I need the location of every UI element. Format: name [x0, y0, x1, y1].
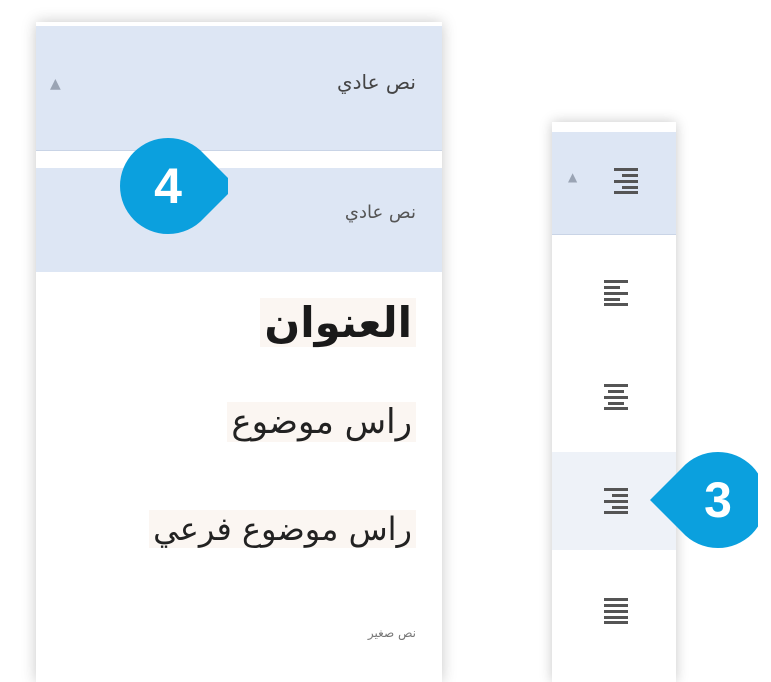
style-dropdown-header[interactable]: نص عادي ▲	[36, 26, 442, 151]
alignment-dropdown[interactable]: ▲	[552, 122, 676, 682]
callout-number: 3	[704, 472, 732, 528]
caret-up-icon[interactable]: ▲	[568, 170, 577, 184]
alignment-dropdown-header[interactable]: ▲	[552, 132, 676, 235]
style-option-small-text[interactable]: نص صغير	[36, 620, 442, 670]
callout-number: 4	[154, 158, 182, 214]
style-option-title[interactable]: العنوان	[36, 294, 442, 364]
align-option-center[interactable]	[552, 350, 676, 448]
align-right-icon	[614, 168, 638, 194]
style-option-label: نص عادي	[344, 202, 416, 223]
callout-step-3-label-wrap: 3	[668, 450, 771, 550]
style-option-subheading[interactable]: راس موضوع فرعي	[36, 500, 442, 570]
style-option-label: راس موضوع	[227, 402, 416, 442]
caret-up-icon[interactable]: ▲	[50, 76, 61, 92]
style-option-heading[interactable]: راس موضوع	[36, 396, 442, 466]
style-option-label: راس موضوع فرعي	[149, 510, 416, 548]
align-option-justify[interactable]	[552, 562, 676, 660]
style-option-normal-text[interactable]: نص عادي	[36, 168, 442, 272]
align-left-icon	[604, 280, 628, 306]
selected-style-value: نص عادي	[336, 70, 416, 94]
align-right-icon	[604, 488, 628, 514]
align-option-left[interactable]	[552, 246, 676, 344]
align-justify-icon	[604, 598, 628, 624]
paragraph-style-dropdown[interactable]: نص عادي ▲ نص عادي العنوان راس موضوع راس …	[36, 22, 442, 682]
callout-step-4-label-wrap: 4	[118, 136, 228, 236]
align-center-icon	[604, 384, 628, 410]
style-option-label: نص صغير	[367, 626, 416, 640]
style-option-label: العنوان	[260, 298, 416, 347]
